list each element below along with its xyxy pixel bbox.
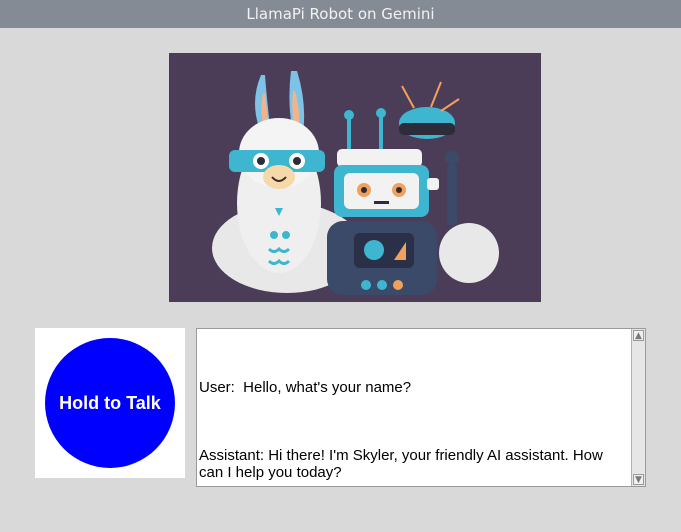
chat-scrollbar[interactable]: ▲ ▼ [631,329,645,486]
scroll-up-arrow-icon[interactable]: ▲ [633,330,644,341]
scroll-down-arrow-icon[interactable]: ▼ [633,474,644,485]
window-title: LlamaPi Robot on Gemini [246,5,435,23]
chat-message-assistant: Assistant: Hi there! I'm Skyler, your fr… [199,447,608,481]
llama-robot-illustration [169,53,541,302]
talk-panel: Hold to Talk [35,328,185,478]
hold-to-talk-label: Hold to Talk [59,392,161,413]
window-titlebar: LlamaPi Robot on Gemini [0,0,681,28]
hold-to-talk-button[interactable]: Hold to Talk [45,338,175,468]
chat-transcript[interactable]: User: Hello, what's your name? Assistant… [196,328,646,487]
chat-message-user: User: Hello, what's your name? [199,379,412,396]
